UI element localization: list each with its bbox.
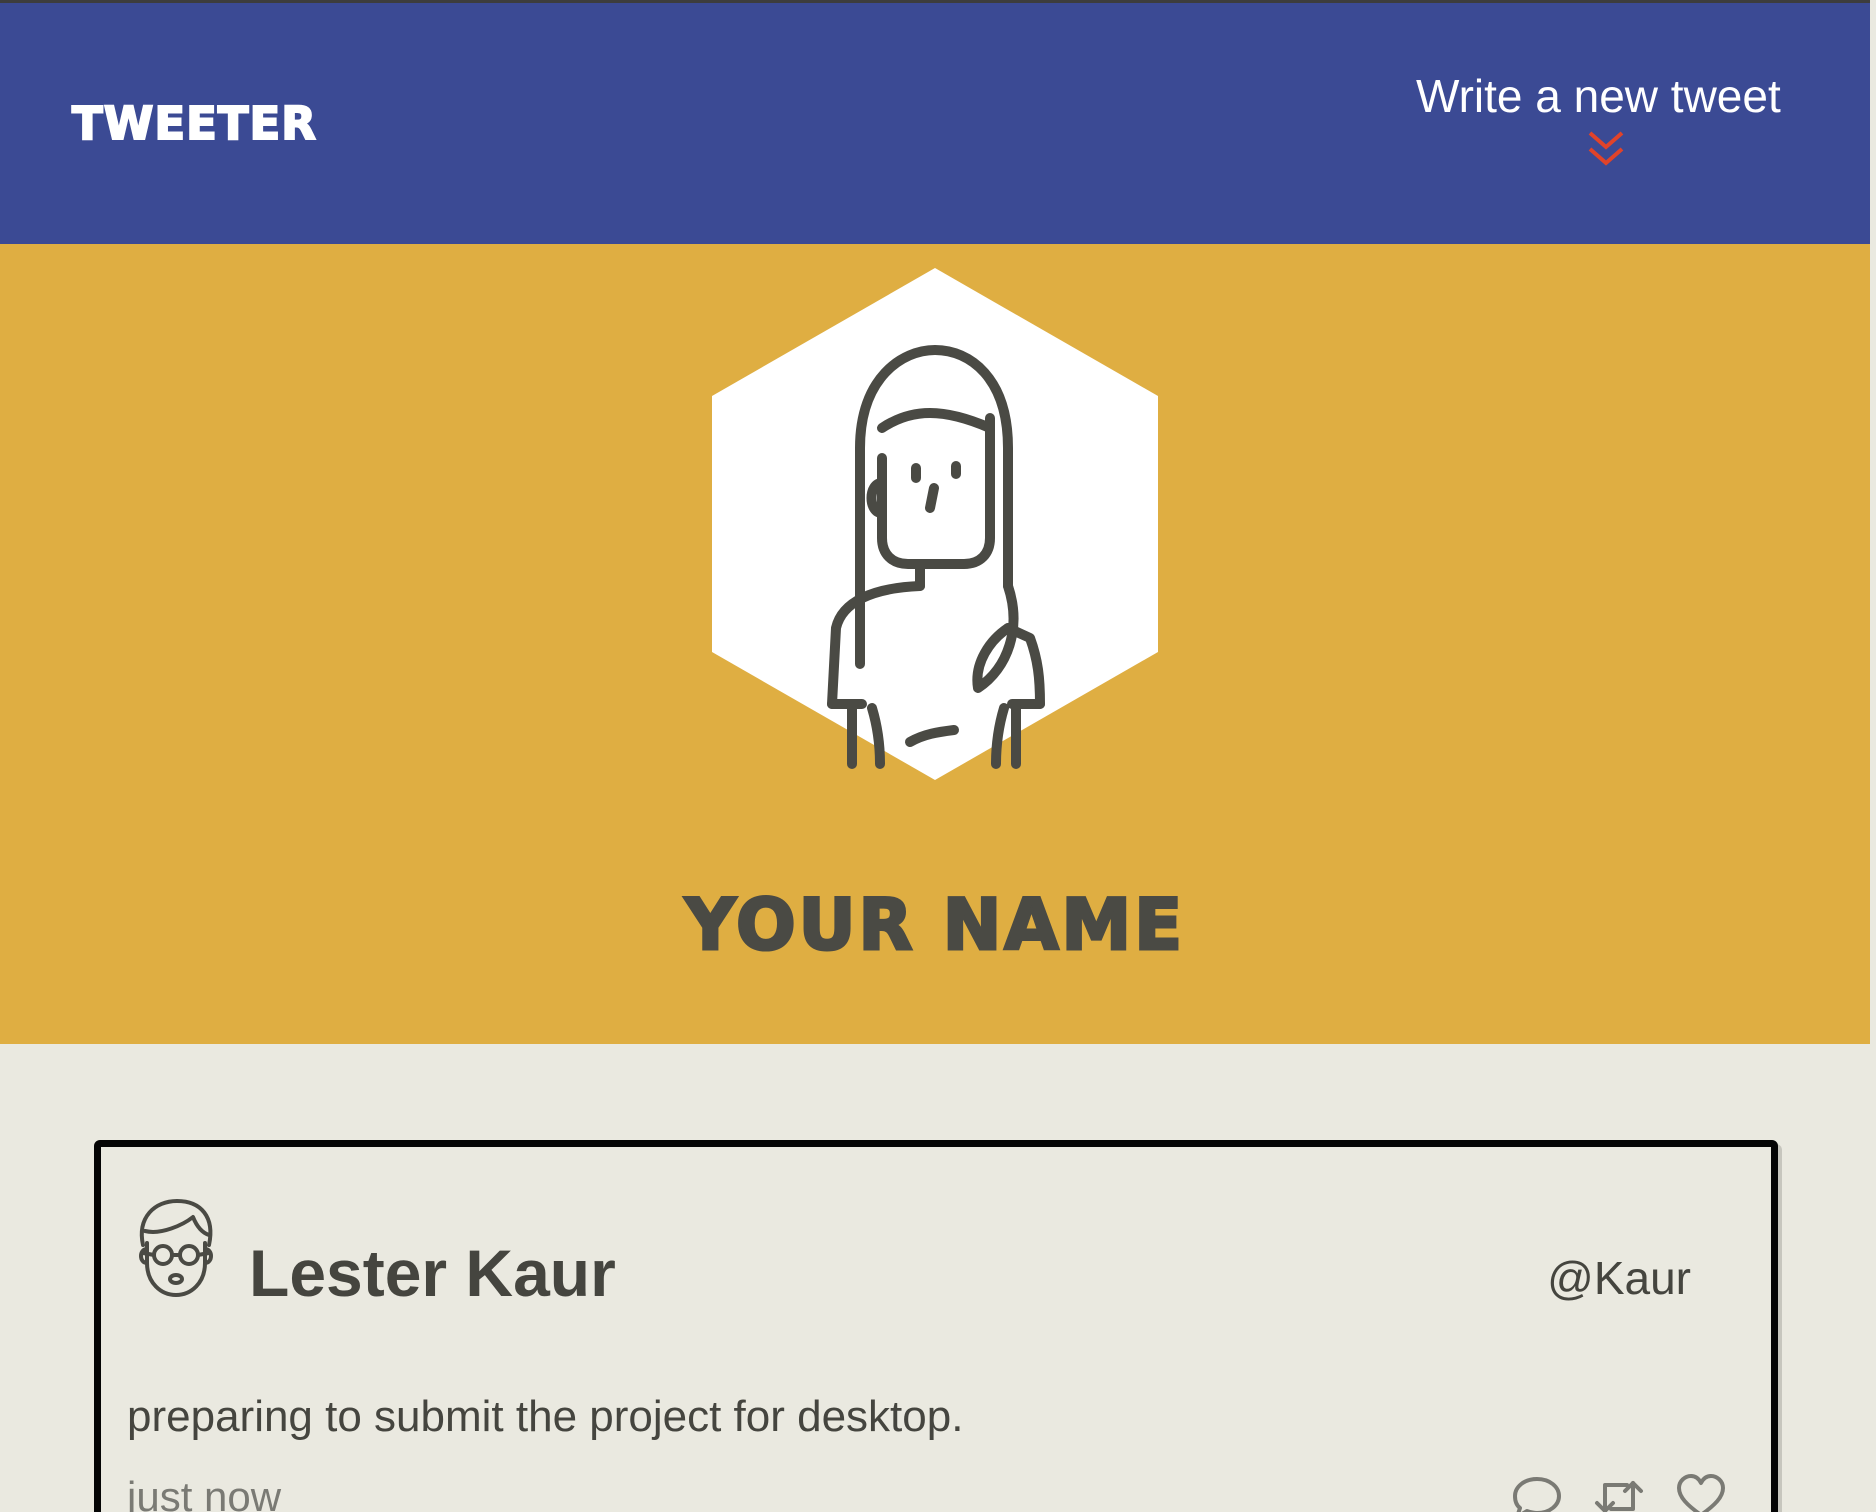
heart-icon[interactable]	[1675, 1471, 1727, 1512]
top-nav: TWEETER Write a new tweet	[0, 0, 1870, 244]
tweet-author-name[interactable]: Lester Kaur	[249, 1235, 616, 1311]
tweet-content: preparing to submit the project for desk…	[127, 1392, 964, 1441]
compose-tweet-label[interactable]: Write a new tweet	[1416, 69, 1781, 123]
retweet-icon[interactable]	[1593, 1471, 1645, 1512]
comment-icon[interactable]	[1511, 1471, 1563, 1512]
compose-tweet-toggle[interactable]: Write a new tweet	[1416, 69, 1781, 173]
tweet-timestamp: just now	[127, 1473, 282, 1512]
profile-header: YOUR NAME	[0, 244, 1870, 1044]
tweet-actions	[1511, 1471, 1727, 1512]
tweet-card: Lester Kaur @Kaur preparing to submit th…	[94, 1140, 1778, 1512]
double-chevron-down-icon[interactable]	[1584, 129, 1628, 173]
brand-logo[interactable]: TWEETER	[71, 96, 317, 151]
tweet-author-handle[interactable]: @Kaur	[1547, 1251, 1691, 1305]
page: TWEETER Write a new tweet YOUR NAME Lest…	[0, 0, 1876, 1512]
man-glasses-avatar-icon	[139, 1199, 213, 1297]
profile-name: YOUR NAME	[683, 883, 1186, 968]
profile-avatar	[712, 268, 1158, 780]
